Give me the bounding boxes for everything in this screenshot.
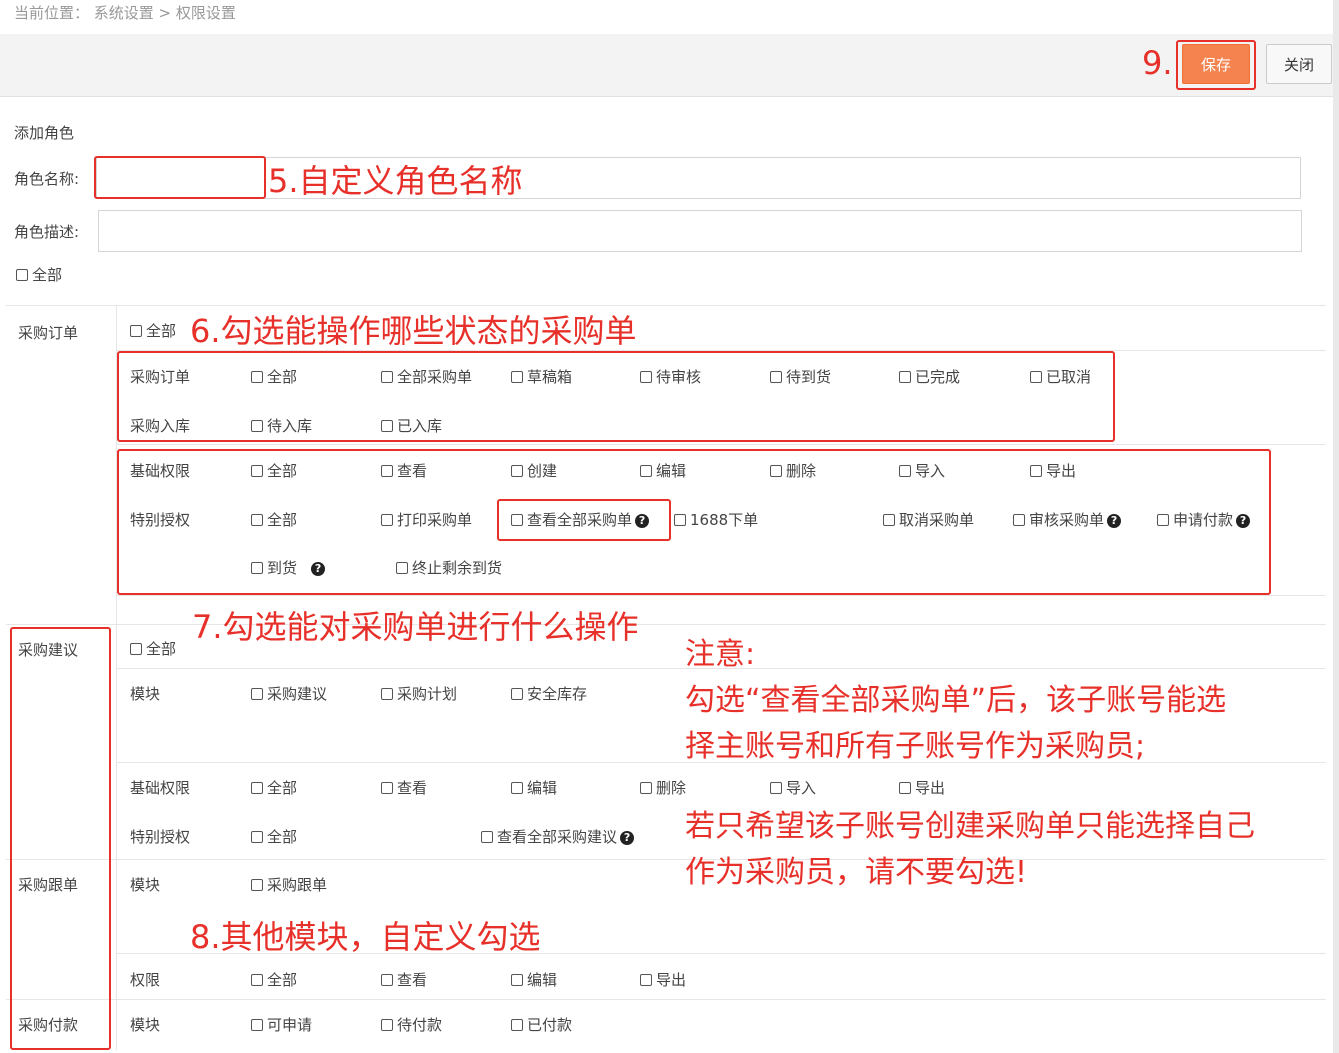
annotation-step9: 9. — [1142, 44, 1173, 82]
checkbox-option[interactable]: 采购跟单 — [251, 874, 327, 895]
checkbox-icon — [511, 974, 523, 986]
row-label: 权限 — [130, 971, 161, 989]
checkbox-icon — [640, 782, 652, 794]
checkbox-icon — [130, 643, 142, 655]
checkbox-icon — [251, 782, 263, 794]
annotation-note: 注意: 勾选“查看全部采购单”后，该子账号能选 择主账号和所有子账号作为采购员;… — [685, 632, 1335, 896]
toolbar — [0, 34, 1339, 97]
divider — [116, 595, 1326, 596]
checkbox-icon — [251, 974, 263, 986]
checkbox-option[interactable]: 查看 — [381, 969, 427, 990]
help-icon[interactable]: ? — [620, 831, 635, 845]
checkbox-icon — [251, 1019, 263, 1031]
checkbox-icon — [251, 688, 263, 700]
annotation-step5: 5.自定义角色名称 — [268, 162, 523, 200]
checkbox-icon — [481, 831, 493, 843]
note-line: 勾选“查看全部采购单”后，该子账号能选 — [685, 683, 1227, 718]
checkbox-icon — [381, 974, 393, 986]
select-all-checkbox[interactable]: 全部 — [16, 264, 62, 285]
checkbox-icon — [251, 831, 263, 843]
checkbox-icon — [16, 269, 28, 281]
close-button[interactable]: 关闭 — [1266, 44, 1332, 84]
annotation-box-status — [117, 351, 1115, 442]
checkbox-icon — [130, 325, 142, 337]
checkbox-icon — [381, 782, 393, 794]
checkbox-option[interactable]: 已付款 — [511, 1014, 572, 1035]
section-purchase-order: 采购订单 — [18, 324, 79, 342]
row-label: 模块 — [130, 876, 161, 894]
role-desc-textarea[interactable] — [98, 210, 1302, 252]
annotation-box-save — [1176, 40, 1256, 90]
annotation-box-modules — [10, 627, 111, 1050]
annotation-step6: 6.勾选能操作哪些状态的采购单 — [190, 312, 637, 350]
row-label: 模块 — [130, 685, 161, 703]
note-line: 择主账号和所有子账号作为采购员; — [685, 729, 1146, 764]
checkbox-option[interactable]: 采购建议 — [251, 683, 327, 704]
checkbox-icon — [640, 974, 652, 986]
role-name-label: 角色名称: — [14, 170, 80, 188]
checkbox-option[interactable]: 安全库存 — [511, 683, 587, 704]
checkbox-option[interactable]: 采购计划 — [381, 683, 457, 704]
checkbox-option[interactable]: 查看全部采购建议? — [481, 826, 635, 847]
divider — [116, 444, 1326, 445]
form-section-title: 添加角色 — [14, 124, 75, 142]
role-desc-label: 角色描述: — [14, 223, 80, 241]
purchase-suggest-all-checkbox[interactable]: 全部 — [130, 638, 176, 659]
checkbox-option[interactable]: 编辑 — [511, 969, 557, 990]
checkbox-icon — [251, 879, 263, 891]
purchase-order-all-checkbox[interactable]: 全部 — [130, 320, 176, 341]
annotation-step7: 7.勾选能对采购单进行什么操作 — [192, 608, 639, 646]
checkbox-option[interactable]: 查看 — [381, 777, 427, 798]
checkbox-icon — [511, 688, 523, 700]
note-line: 作为采购员，请不要勾选! — [685, 855, 1028, 890]
checkbox-option[interactable]: 导出 — [640, 969, 686, 990]
row-label: 模块 — [130, 1016, 161, 1034]
row-label: 特别授权 — [130, 828, 191, 846]
scrollbar[interactable] — [1333, 0, 1339, 1053]
checkbox-option[interactable]: 全部 — [251, 969, 297, 990]
checkbox-option[interactable]: 可申请 — [251, 1014, 312, 1035]
checkbox-option[interactable]: 全部 — [251, 826, 297, 847]
note-title: 注意: — [685, 637, 756, 672]
annotation-step8: 8.其他模块，自定义勾选 — [190, 918, 541, 956]
annotation-box-operations — [117, 449, 1271, 595]
breadcrumb: 当前位置： 系统设置 > 权限设置 — [14, 4, 236, 22]
checkbox-icon — [381, 688, 393, 700]
annotation-box-name — [94, 156, 266, 199]
divider — [6, 999, 1326, 1000]
checkbox-icon — [511, 782, 523, 794]
checkbox-icon — [381, 1019, 393, 1031]
checkbox-option[interactable]: 待付款 — [381, 1014, 442, 1035]
note-line: 若只希望该子账号创建采购单只能选择自己 — [685, 809, 1255, 844]
checkbox-option[interactable]: 编辑 — [511, 777, 557, 798]
checkbox-icon — [511, 1019, 523, 1031]
checkbox-option[interactable]: 全部 — [251, 777, 297, 798]
row-label: 基础权限 — [130, 779, 191, 797]
checkbox-option[interactable]: 删除 — [640, 777, 686, 798]
